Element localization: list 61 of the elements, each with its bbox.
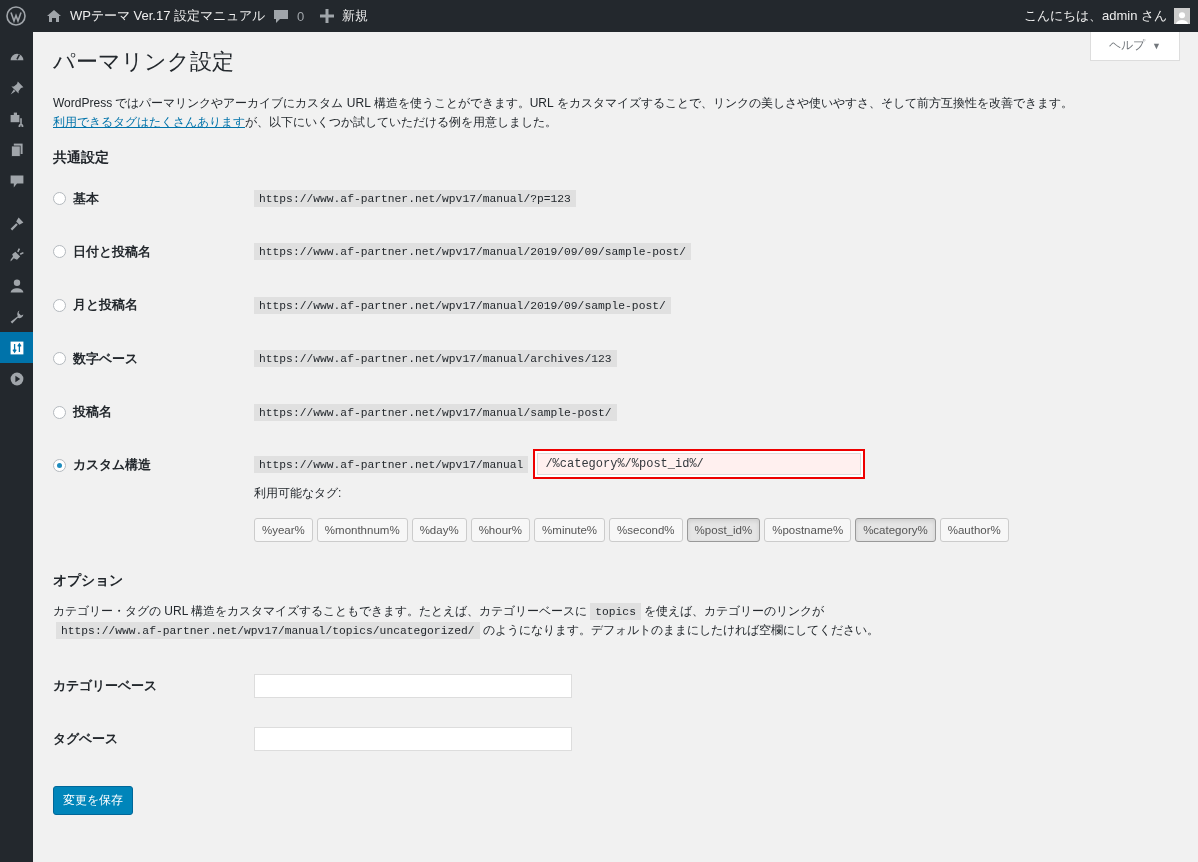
- tag-button[interactable]: %category%: [855, 518, 936, 543]
- url-example: https://www.af-partner.net/wpv17/manual/sample-post/: [254, 403, 617, 421]
- option-label: 投稿名: [73, 403, 112, 422]
- section-heading: オプション: [53, 572, 124, 591]
- option-label: カスタム構造: [73, 456, 151, 475]
- settings-icon: [8, 339, 25, 356]
- tag-button[interactable]: %minute%: [534, 518, 606, 543]
- sidebar-item[interactable]: [0, 332, 33, 363]
- tag-button[interactable]: %author%: [939, 518, 1009, 543]
- radio-button[interactable]: [53, 458, 66, 472]
- option-label: 基本: [73, 189, 99, 208]
- tag-button[interactable]: %second%: [609, 518, 683, 543]
- available-tags-label: 利用可能なタグ:: [254, 485, 343, 503]
- radio-button[interactable]: [53, 352, 66, 366]
- option-label: 月と投稿名: [73, 296, 138, 315]
- url-prefix: https://www.af-partner.net/wpv17/manual: [254, 455, 529, 473]
- option-label: 日付と投稿名: [73, 242, 151, 261]
- new-link[interactable]: 新規: [342, 7, 369, 25]
- tag-button[interactable]: %monthnum%: [316, 518, 408, 543]
- tag-button[interactable]: %day%: [411, 518, 467, 543]
- intro-paragraph: WordPress ではパーマリンクやアーカイブにカスタム URL 構造を使うことができます。URL をカスタマイズすることで、リンクの美しさや使いやすさ、そして前方互換性を改善できます。 利用できるタグはたくさんありますが、以下にいくつか試していただける例を用意しました。: [53, 95, 1074, 131]
- option-label: 数字ベース: [73, 349, 138, 368]
- radio-button[interactable]: [53, 405, 66, 419]
- user-icon: [8, 277, 25, 294]
- tag-button[interactable]: %post_id%: [686, 518, 761, 543]
- radio-button[interactable]: [53, 298, 66, 312]
- comment-count: 0: [297, 8, 305, 24]
- field-label: タグベース: [53, 730, 119, 749]
- url-example: https://www.af-partner.net/wpv17/manual/?p=123: [254, 190, 576, 208]
- tag-button[interactable]: %year%: [254, 518, 313, 543]
- save-button[interactable]: 変更を保存: [53, 785, 133, 815]
- url-example: https://www.af-partner.net/wpv17/manual/2019/09/sample-post/: [254, 296, 671, 314]
- plus-icon[interactable]: [320, 9, 335, 23]
- input-field[interactable]: [254, 727, 572, 752]
- url-example: https://www.af-partner.net/wpv17/manual/2019/09/09/sample-post/: [254, 243, 692, 261]
- url-example: https://www.af-partner.net/wpv17/manual/archives/123: [254, 350, 617, 368]
- section-heading: 共通設定: [53, 149, 110, 168]
- play-icon: [8, 370, 25, 387]
- page-title: パーマリンク設定: [53, 48, 234, 76]
- tag-button[interactable]: %hour%: [470, 518, 531, 543]
- radio-button[interactable]: [53, 245, 66, 259]
- caret-icon: ▼: [1152, 41, 1161, 51]
- radio-button[interactable]: [53, 192, 66, 206]
- field-label: カテゴリーベース: [53, 677, 158, 696]
- tags-link[interactable]: 利用できるタグはたくさんあります: [53, 114, 245, 129]
- home-icon[interactable]: [46, 8, 62, 24]
- input-field[interactable]: [254, 674, 572, 699]
- brush-icon: [8, 215, 25, 232]
- tag-button[interactable]: %postname%: [764, 518, 852, 543]
- plug-icon: [8, 246, 25, 263]
- options-description: カテゴリー・タグの URL 構造をカスタマイズすることもできます。たとえば、カテゴリーベースに topics を使えば、カテゴリーのリンクが https://www.af-partner.net/wpv17/manual/topics/uncategorized/ のようになります。デフォルトのままにしたければ空欄にしてください。: [53, 602, 880, 641]
- wordpress-logo-icon[interactable]: [6, 6, 26, 26]
- custom-structure-field[interactable]: /%category%/%post_id%/: [533, 449, 866, 480]
- pin-icon: [8, 79, 25, 96]
- wrench-icon: [8, 308, 25, 325]
- help-tab[interactable]: ヘルプ ▼: [1089, 32, 1180, 61]
- site-name-link[interactable]: WPテーマ Ver.17 設定マニュアル: [70, 7, 266, 25]
- comment-icon[interactable]: [273, 8, 290, 24]
- speech-bubble-icon: [8, 172, 25, 189]
- greeting-link[interactable]: こんにちは、admin さん: [1023, 7, 1167, 25]
- pages-icon: [8, 141, 25, 158]
